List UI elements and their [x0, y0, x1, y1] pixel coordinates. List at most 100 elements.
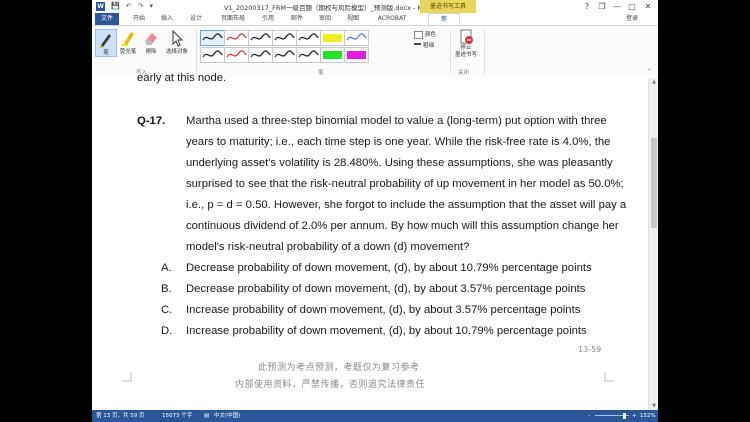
customize-qat-icon[interactable]: ▾	[149, 2, 153, 11]
maximize-button[interactable]: □	[625, 0, 639, 13]
pen-style-swatch[interactable]	[344, 30, 369, 46]
option-text-b: Decrease probability of down movement, (…	[186, 283, 586, 295]
pen-style-swatch[interactable]	[296, 47, 321, 63]
quick-access-toolbar: W 💾 ↶ ↷ ▾	[96, 2, 153, 11]
word-window: W 💾 ↶ ↷ ▾ V1_20200317_FRM一级百题（期权与风险模型）_预…	[92, 0, 658, 422]
sign-in-link[interactable]: 登录	[626, 13, 638, 25]
pen-styles-gallery	[200, 30, 369, 64]
tab-review[interactable]: 审阅	[314, 13, 336, 25]
highlighter-tool-button[interactable]: 荧光笔	[118, 29, 138, 55]
stop-inking-label-1: 停止	[460, 45, 472, 51]
question-line: model's risk-neutral probability of a do…	[186, 241, 470, 253]
previous-text-fragment: early at this node.	[137, 72, 227, 84]
question-number: Q-17.	[137, 115, 166, 127]
pen-thickness-dropdown[interactable]: 粗细	[414, 41, 434, 51]
pen-style-swatch[interactable]	[248, 30, 273, 46]
zoom-in-button[interactable]: +	[632, 410, 637, 422]
page-number: 13-59	[578, 345, 602, 354]
document-page[interactable]: early at this node. Q-17. Martha used a …	[92, 72, 648, 410]
option-text-d: Increase probability of down movement, (…	[186, 325, 587, 337]
tab-view[interactable]: 视图	[342, 13, 364, 25]
pen-thickness-icon	[414, 43, 421, 48]
tab-mailings[interactable]: 邮件	[286, 13, 308, 25]
select-objects-label: 选择对象	[165, 49, 188, 55]
minimize-button[interactable]: —	[610, 0, 624, 13]
pen-style-swatch[interactable]	[296, 30, 321, 46]
stop-inking-label-2: 墨迹书写	[454, 52, 477, 58]
pen-style-swatch[interactable]	[248, 47, 273, 63]
pen-style-swatch[interactable]	[320, 30, 345, 46]
eraser-tool-button[interactable]: 擦除	[141, 29, 161, 55]
pen-style-swatch[interactable]	[272, 30, 297, 46]
pen-icon	[98, 30, 114, 48]
pen-color-label: 颜色	[425, 32, 437, 38]
pen-style-swatch[interactable]	[272, 47, 297, 63]
margin-corner-mark	[122, 372, 132, 382]
scrollbar-thumb[interactable]	[651, 138, 657, 228]
pen-style-swatch[interactable]	[224, 47, 249, 63]
pen-tool-button[interactable]: 笔	[95, 29, 117, 57]
question-line: surprised to see that the risk-neutral p…	[186, 178, 624, 190]
proofing-icon[interactable]: ▤	[204, 410, 209, 422]
tab-insert[interactable]: 插入	[156, 13, 178, 25]
option-text-c: Increase probability of down movement, (…	[186, 304, 581, 316]
save-icon[interactable]: 💾	[111, 2, 120, 11]
group-label-close: 关闭	[458, 70, 470, 76]
collapse-ribbon-icon[interactable]: ⌃	[647, 68, 652, 75]
pen-color-icon	[414, 30, 423, 39]
option-text-a: Decrease probability of down movement, (…	[186, 262, 592, 274]
tab-file[interactable]: 文件	[95, 13, 119, 25]
option-letter-a: A.	[161, 262, 172, 274]
tab-home[interactable]: 开始	[128, 13, 150, 25]
undo-icon[interactable]: ↶	[126, 2, 132, 11]
close-button[interactable]: ✕	[641, 0, 655, 13]
pen-style-swatch[interactable]	[200, 47, 225, 63]
group-label-pens: 笔	[318, 70, 324, 76]
page-count-status[interactable]: 第 13 页，共 59 页	[96, 410, 145, 422]
option-letter-b: B.	[161, 283, 172, 295]
pen-thickness-label: 粗细	[423, 43, 435, 49]
zoom-slider-thumb[interactable]	[623, 413, 626, 419]
zoom-out-button[interactable]: -	[588, 410, 590, 422]
word-count-status[interactable]: 15073 个字	[162, 410, 192, 422]
margin-corner-mark	[604, 372, 614, 382]
highlighter-tool-label: 荧光笔	[119, 49, 137, 55]
title-bar: W 💾 ↶ ↷ ▾ V1_20200317_FRM一级百题（期权与风险模型）_预…	[92, 0, 658, 13]
pen-style-swatch[interactable]	[200, 30, 225, 46]
redo-icon[interactable]: ↷	[138, 2, 144, 11]
option-letter-c: C.	[161, 304, 173, 316]
question-line: Martha used a three-step binomial model …	[186, 115, 607, 127]
select-objects-icon	[169, 29, 185, 47]
watermark-line-1: 此预测为考点预测，考题仅为复习参考	[258, 363, 420, 373]
eraser-icon	[143, 29, 159, 47]
pen-style-swatch[interactable]	[320, 47, 345, 63]
select-objects-button[interactable]: 选择对象	[164, 29, 190, 55]
pen-color-dropdown[interactable]: 颜色	[414, 30, 436, 40]
scroll-up-icon[interactable]: ▲	[649, 79, 658, 85]
stop-inking-icon	[454, 28, 478, 45]
vertical-scrollbar[interactable]: ▲ ▼	[648, 78, 658, 410]
question-line: underlying asset's volatility is 28.480%…	[186, 157, 613, 169]
tab-page-layout[interactable]: 页面布局	[216, 13, 250, 25]
document-title: V1_20200317_FRM一级百题（期权与风险模型）_预测版.docx - …	[224, 4, 431, 12]
pen-style-swatch[interactable]	[344, 47, 369, 63]
highlighter-icon	[120, 29, 136, 47]
ink-tools-ribbon: 笔 荧光笔 擦除 选择对象 写入 笔 颜色 粗细 停止 墨迹书写 关闭 ⌃	[92, 25, 658, 79]
question-line: continuous dividend of 2.0% per annum. B…	[186, 220, 619, 232]
group-divider	[196, 30, 197, 74]
tab-pen[interactable]: 笔	[428, 13, 460, 25]
help-button[interactable]: ?	[580, 0, 594, 13]
pen-style-swatch[interactable]	[224, 30, 249, 46]
watermark-line-2: 内部使用资料，严禁传播，否则追究法律责任	[235, 380, 426, 390]
language-status[interactable]: 中文(中国)	[214, 410, 240, 422]
option-letter-d: D.	[161, 325, 173, 337]
status-bar: 第 13 页，共 59 页 15073 个字 ▤ 中文(中国) - + 152%	[92, 410, 658, 422]
scroll-down-icon[interactable]: ▼	[649, 403, 658, 409]
tab-acrobat[interactable]: ACROBAT	[370, 13, 414, 25]
zoom-level[interactable]: 152%	[640, 410, 656, 422]
tab-references[interactable]: 引用	[257, 13, 279, 25]
group-divider	[484, 30, 485, 74]
tab-design[interactable]: 设计	[185, 13, 207, 25]
ribbon-display-button[interactable]: ❐	[595, 0, 609, 13]
stop-inking-button[interactable]: 停止 墨迹书写	[454, 28, 478, 59]
